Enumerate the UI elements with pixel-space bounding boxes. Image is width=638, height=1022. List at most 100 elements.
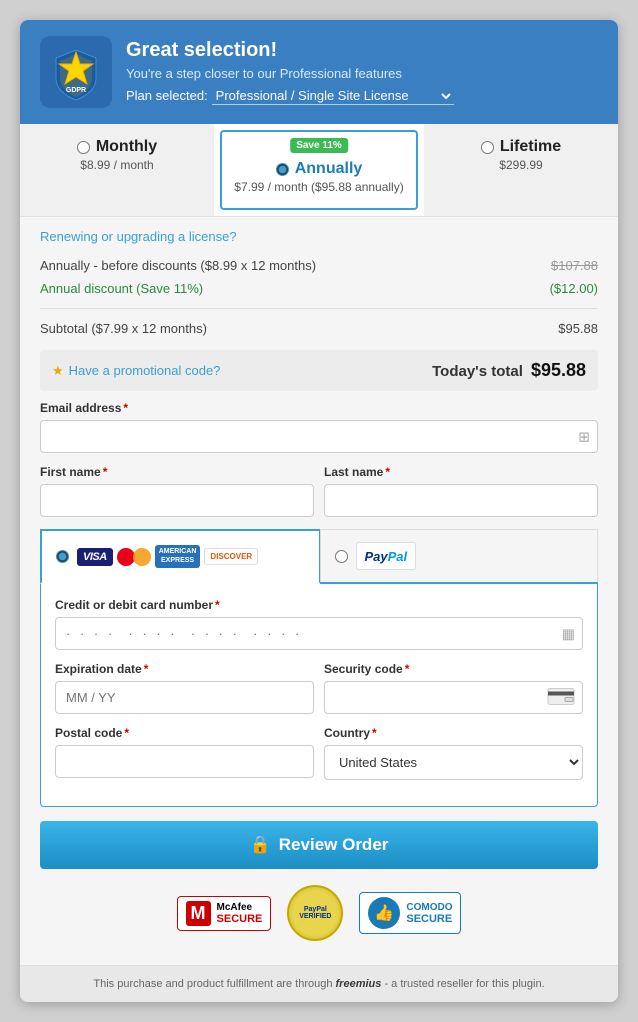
form-row-email: Email address* ⊞ xyxy=(40,401,598,453)
tab-monthly-label: Monthly xyxy=(96,138,157,156)
save-badge: Save 11% xyxy=(290,138,348,153)
paypal-verified-badge: PayPal VERIFIED xyxy=(287,885,343,941)
header-title: Great selection! xyxy=(126,39,454,62)
footer-text: This purchase and product fulfillment ar… xyxy=(93,978,332,990)
email-input[interactable] xyxy=(40,420,598,453)
comodo-thumb-icon: 👍 xyxy=(368,897,400,929)
security-wrapper xyxy=(324,681,583,714)
postal-label: Postal code* xyxy=(55,726,314,740)
card-number-label: Credit or debit card number* xyxy=(55,598,583,612)
postal-group: Postal code* xyxy=(55,726,314,780)
discount-label: Annual discount (Save 11%) xyxy=(40,281,203,296)
card-fields: Credit or debit card number* ▦ Expiratio… xyxy=(40,584,598,807)
lock-icon: 🔒 xyxy=(250,835,271,855)
card-number-row: Credit or debit card number* ▦ xyxy=(55,598,583,650)
expiry-input[interactable] xyxy=(55,681,314,714)
today-total-amount: $95.88 xyxy=(531,360,586,381)
radio-lifetime[interactable] xyxy=(481,141,494,154)
discount-row: Annual discount (Save 11%) ($12.00) xyxy=(40,277,598,300)
first-name-input[interactable] xyxy=(40,484,314,517)
paypal-verified-line1: PayPal xyxy=(304,906,327,913)
payment-card-tab[interactable]: VISA AMERICANEXPRESS DISCOVER xyxy=(40,529,320,584)
review-order-label: Review Order xyxy=(279,835,389,855)
radio-card[interactable] xyxy=(56,550,69,563)
discover-logo: DISCOVER xyxy=(204,548,258,565)
comodo-text: COMODO SECURE xyxy=(406,902,452,925)
card-logos: VISA AMERICANEXPRESS DISCOVER xyxy=(77,545,258,568)
svg-text:GDPR: GDPR xyxy=(66,87,86,94)
email-label: Email address* xyxy=(40,401,598,415)
plan-selector: Plan selected: Professional / Single Sit… xyxy=(126,87,454,105)
header-icon: GDPR xyxy=(40,36,112,108)
plan-label: Plan selected: xyxy=(126,88,208,103)
form-row-name: First name* Last name* xyxy=(40,465,598,517)
billing-tabs: Monthly $8.99 / month Save 11% Annually … xyxy=(20,124,618,217)
tab-annually-label: Annually xyxy=(295,160,363,178)
payment-methods: VISA AMERICANEXPRESS DISCOVER PayPal xyxy=(40,529,598,584)
today-total-label: Today's total xyxy=(432,363,523,380)
subtotal-label: Subtotal ($7.99 x 12 months) xyxy=(40,321,207,336)
footer: This purchase and product fulfillment ar… xyxy=(20,965,618,1002)
first-name-label: First name* xyxy=(40,465,314,479)
tab-lifetime-price: $299.99 xyxy=(434,158,608,172)
freemius-brand: freemius xyxy=(336,978,382,990)
radio-annually[interactable] xyxy=(276,163,289,176)
email-group: Email address* ⊞ xyxy=(40,401,598,453)
visa-logo: VISA xyxy=(77,548,113,566)
header-subtitle: You're a step closer to our Professional… xyxy=(126,66,454,81)
tab-annually-price: $7.99 / month ($95.88 annually) xyxy=(232,180,406,194)
card-number-input[interactable] xyxy=(55,617,583,650)
expiry-group: Expiration date* xyxy=(55,662,314,714)
renew-link[interactable]: Renewing or upgrading a license? xyxy=(40,217,598,254)
amex-logo: AMERICANEXPRESS xyxy=(155,545,201,568)
footer-suffix: - a trusted reseller for this plugin. xyxy=(384,978,544,990)
trust-badges: M McAfee SECURE PayPal VERIFIED 👍 COMODO… xyxy=(40,869,598,945)
promo-link[interactable]: ★ Have a promotional code? xyxy=(52,363,220,379)
email-input-wrapper: ⊞ xyxy=(40,420,598,453)
comodo-label: COMODO xyxy=(406,902,452,913)
tab-lifetime[interactable]: Lifetime $299.99 xyxy=(424,124,618,216)
email-icon: ⊞ xyxy=(578,428,590,445)
mcafee-label: McAfee xyxy=(217,902,263,913)
country-group: Country* United States United Kingdom Ca… xyxy=(324,726,583,780)
mastercard-logo xyxy=(117,546,151,568)
tab-monthly-price: $8.99 / month xyxy=(30,158,204,172)
tab-annually[interactable]: Save 11% Annually $7.99 / month ($95.88 … xyxy=(220,130,418,210)
discount-amount: ($12.00) xyxy=(550,281,598,296)
mcafee-text: McAfee SECURE xyxy=(217,902,263,925)
postal-country-row: Postal code* Country* United States Unit… xyxy=(55,726,583,780)
tab-lifetime-label: Lifetime xyxy=(500,138,561,156)
star-icon: ★ xyxy=(52,363,64,379)
paypal-verified-line2: VERIFIED xyxy=(299,913,331,920)
before-discount-row: Annually - before discounts ($8.99 x 12 … xyxy=(40,254,598,277)
last-name-input[interactable] xyxy=(324,484,598,517)
divider-1 xyxy=(40,308,598,309)
comodo-badge: 👍 COMODO SECURE xyxy=(359,892,461,934)
country-select[interactable]: United States United Kingdom Canada Aust… xyxy=(324,745,583,780)
radio-monthly[interactable] xyxy=(77,141,90,154)
review-order-button[interactable]: 🔒 Review Order xyxy=(40,821,598,869)
security-label: Security code* xyxy=(324,662,583,676)
first-name-group: First name* xyxy=(40,465,314,517)
postal-input[interactable] xyxy=(55,745,314,778)
expiry-security-row: Expiration date* Security code* xyxy=(55,662,583,714)
promo-total-row: ★ Have a promotional code? Today's total… xyxy=(40,350,598,391)
promo-link-text: Have a promotional code? xyxy=(69,363,221,378)
body: Renewing or upgrading a license? Annuall… xyxy=(20,217,618,965)
security-input[interactable] xyxy=(324,681,583,714)
last-name-group: Last name* xyxy=(324,465,598,517)
security-group: Security code* xyxy=(324,662,583,714)
tab-monthly[interactable]: Monthly $8.99 / month xyxy=(20,124,214,216)
paypal-logo: PayPal xyxy=(356,542,417,570)
payment-paypal-tab[interactable]: PayPal xyxy=(320,529,599,582)
cvv-icon xyxy=(547,687,575,708)
radio-paypal[interactable] xyxy=(335,550,348,563)
card-number-group: Credit or debit card number* ▦ xyxy=(55,598,583,650)
subtotal-amount: $95.88 xyxy=(558,321,598,336)
card-icon: ▦ xyxy=(562,625,575,642)
before-discount-amount: $107.88 xyxy=(551,258,598,273)
mcafee-m-icon: M xyxy=(186,901,211,926)
country-label: Country* xyxy=(324,726,583,740)
expiry-label: Expiration date* xyxy=(55,662,314,676)
plan-select[interactable]: Professional / Single Site License Profe… xyxy=(212,87,454,105)
